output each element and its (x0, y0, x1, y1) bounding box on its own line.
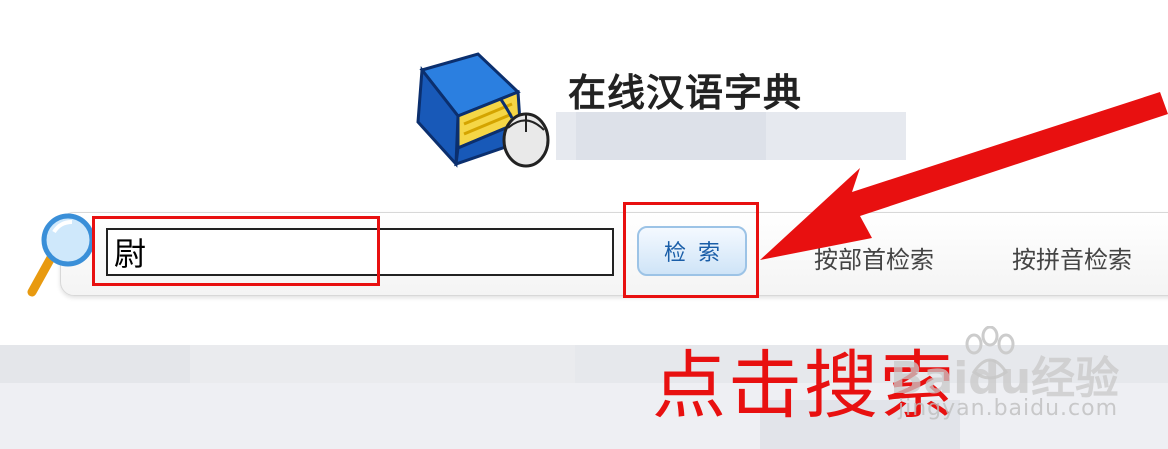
blurred-subtitle-dark (576, 112, 766, 160)
input-highlight-box (92, 216, 380, 286)
blurred-content-strip (190, 345, 575, 383)
book-logo-icon (416, 52, 550, 168)
button-highlight-box (623, 202, 759, 298)
baidu-url-text: jingyan.baidu.com (898, 396, 1119, 421)
baidu-watermark: Baidu经验 jingyan.baidu.com (890, 326, 1160, 426)
red-arrow-icon (760, 92, 1168, 260)
magnifier-icon (27, 213, 95, 297)
blurred-content-strip (0, 345, 190, 383)
